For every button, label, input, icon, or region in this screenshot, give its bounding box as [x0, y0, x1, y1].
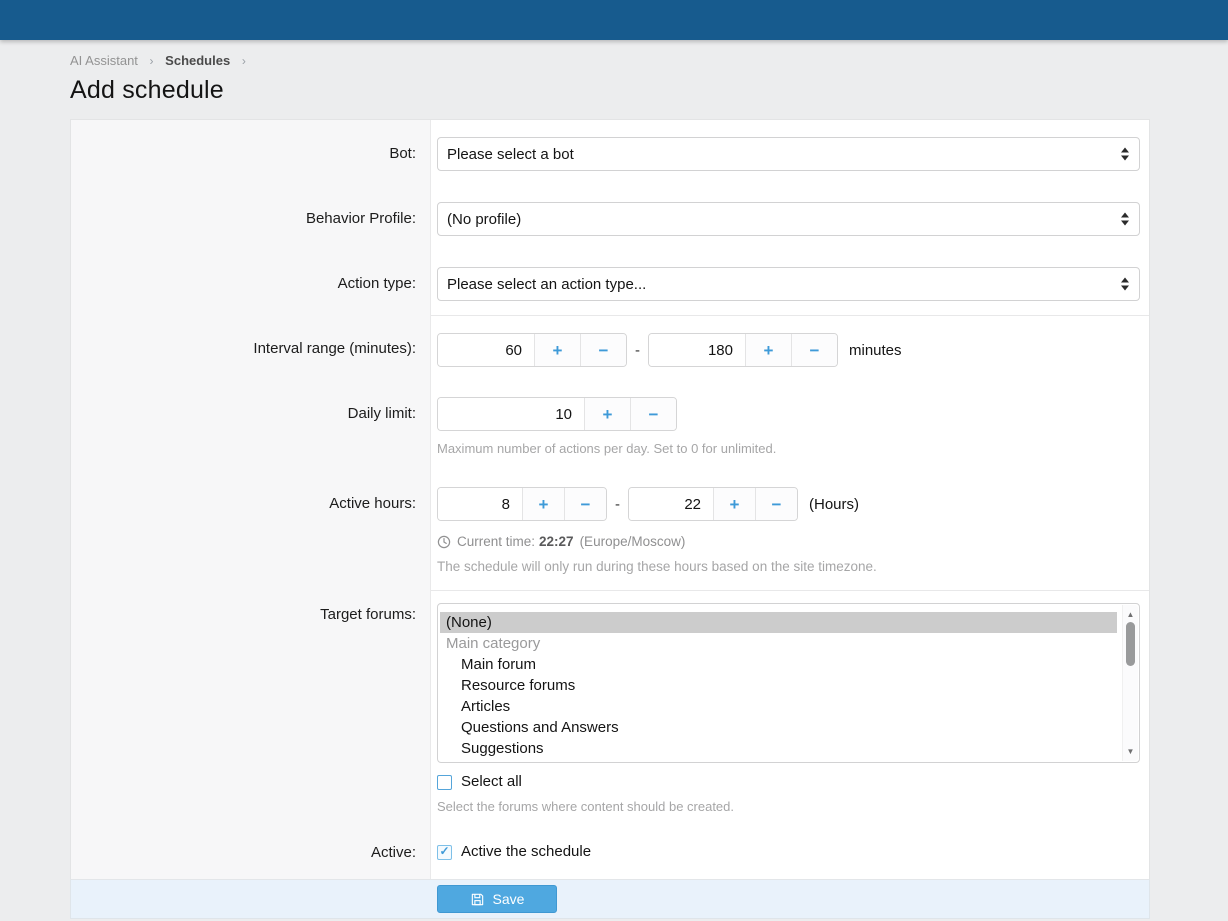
breadcrumb-separator-icon: ›	[242, 54, 246, 68]
scrollbar-thumb[interactable]	[1126, 622, 1135, 666]
scroll-down-icon[interactable]: ▼	[1123, 747, 1138, 756]
active-label: Active:	[71, 828, 431, 879]
interval-min-stepper: + −	[437, 333, 627, 367]
interval-max-stepper: + −	[648, 333, 838, 367]
forum-option[interactable]: Support forum	[440, 759, 1117, 763]
forum-option[interactable]: Articles	[440, 696, 1117, 717]
save-button-label: Save	[493, 891, 525, 907]
active-hours-label: Active hours:	[71, 470, 431, 590]
form-row-active: Active: ✓ Active the schedule	[71, 828, 1149, 879]
breadcrumb-separator-icon: ›	[150, 54, 154, 68]
form-row-behavior-profile: Behavior Profile: (No profile)	[71, 185, 1149, 250]
behavior-profile-select[interactable]: (No profile)	[437, 202, 1140, 236]
forum-option[interactable]: Suggestions	[440, 738, 1117, 759]
form-row-interval-range: Interval range (minutes): + − - + − minu…	[71, 315, 1149, 381]
hours-end-increment-button[interactable]: +	[713, 488, 755, 520]
interval-min-input[interactable]	[438, 334, 534, 366]
interval-max-increment-button[interactable]: +	[745, 334, 791, 366]
hours-end-decrement-button[interactable]: −	[755, 488, 797, 520]
select-all-row: Select all	[437, 773, 1140, 791]
hours-end-input[interactable]	[629, 488, 713, 520]
select-all-checkbox[interactable]	[437, 775, 452, 790]
check-icon: ✓	[439, 845, 449, 857]
breadcrumb: AI Assistant › Schedules ›	[70, 40, 1150, 69]
current-time-line: Current time: 22:27 (Europe/Moscow)	[437, 533, 1140, 550]
breadcrumb-link-schedules[interactable]: Schedules	[165, 53, 230, 68]
interval-min-increment-button[interactable]: +	[534, 334, 580, 366]
daily-limit-explain: Maximum number of actions per day. Set t…	[437, 441, 1140, 457]
active-checkbox[interactable]: ✓	[437, 845, 452, 860]
current-time-label: Current time:	[457, 533, 535, 550]
forum-option-group: Main category	[440, 633, 1117, 654]
current-timezone: (Europe/Moscow)	[580, 533, 686, 550]
form-row-daily-limit: Daily limit: + − Maximum number of actio…	[71, 381, 1149, 470]
admin-header-bar	[0, 0, 1228, 40]
form-footer: Save	[70, 879, 1150, 919]
interval-min-decrement-button[interactable]: −	[580, 334, 626, 366]
range-separator: -	[615, 496, 620, 513]
hours-end-stepper: + −	[628, 487, 798, 521]
interval-max-input[interactable]	[649, 334, 745, 366]
add-schedule-form: Bot: Please select a bot Behavior Profil…	[70, 119, 1150, 879]
form-row-target-forums: Target forums: (None) Main category Main…	[71, 590, 1149, 828]
forum-option-none[interactable]: (None)	[440, 612, 1117, 633]
form-row-active-hours: Active hours: + − - + − (Hours)	[71, 470, 1149, 590]
clock-icon	[437, 535, 451, 549]
range-separator: -	[635, 342, 640, 359]
active-hours-explain: The schedule will only run during these …	[437, 558, 1140, 575]
hours-start-decrement-button[interactable]: −	[564, 488, 606, 520]
interval-max-decrement-button[interactable]: −	[791, 334, 837, 366]
scroll-up-icon[interactable]: ▲	[1123, 610, 1138, 619]
hours-start-input[interactable]	[438, 488, 522, 520]
daily-limit-label: Daily limit:	[71, 381, 431, 470]
target-forums-label: Target forums:	[71, 590, 431, 828]
hours-start-stepper: + −	[437, 487, 607, 521]
action-type-select[interactable]: Please select an action type...	[437, 267, 1140, 301]
form-row-action-type: Action type: Please select an action typ…	[71, 250, 1149, 315]
select-all-label: Select all	[461, 773, 522, 791]
current-time-value: 22:27	[539, 533, 574, 550]
bot-select[interactable]: Please select a bot	[437, 137, 1140, 171]
behavior-profile-label: Behavior Profile:	[71, 185, 431, 250]
save-icon	[470, 892, 485, 907]
target-forums-explain: Select the forums where content should b…	[437, 799, 1140, 815]
forum-option[interactable]: Questions and Answers	[440, 717, 1117, 738]
active-row: ✓ Active the schedule	[437, 843, 1140, 861]
interval-range-label: Interval range (minutes):	[71, 315, 431, 381]
action-type-label: Action type:	[71, 250, 431, 315]
forum-option[interactable]: Resource forums	[440, 675, 1117, 696]
save-button[interactable]: Save	[437, 885, 557, 913]
bot-label: Bot:	[71, 120, 431, 185]
daily-limit-decrement-button[interactable]: −	[630, 398, 676, 430]
page-title: Add schedule	[70, 76, 1150, 105]
forum-option[interactable]: Main forum	[440, 654, 1117, 675]
daily-limit-stepper: + −	[437, 397, 677, 431]
active-checkbox-label: Active the schedule	[461, 843, 591, 861]
vertical-scrollbar[interactable]: ▲ ▼	[1122, 605, 1138, 761]
form-row-bot: Bot: Please select a bot	[71, 120, 1149, 185]
interval-unit-label: minutes	[849, 342, 902, 359]
breadcrumb-link-ai-assistant[interactable]: AI Assistant	[70, 53, 138, 68]
hours-start-increment-button[interactable]: +	[522, 488, 564, 520]
target-forums-listbox[interactable]: (None) Main category Main forum Resource…	[437, 603, 1140, 763]
page-content: AI Assistant › Schedules › Add schedule …	[70, 40, 1150, 879]
daily-limit-increment-button[interactable]: +	[584, 398, 630, 430]
daily-limit-input[interactable]	[438, 398, 584, 430]
hours-unit-label: (Hours)	[809, 496, 859, 513]
